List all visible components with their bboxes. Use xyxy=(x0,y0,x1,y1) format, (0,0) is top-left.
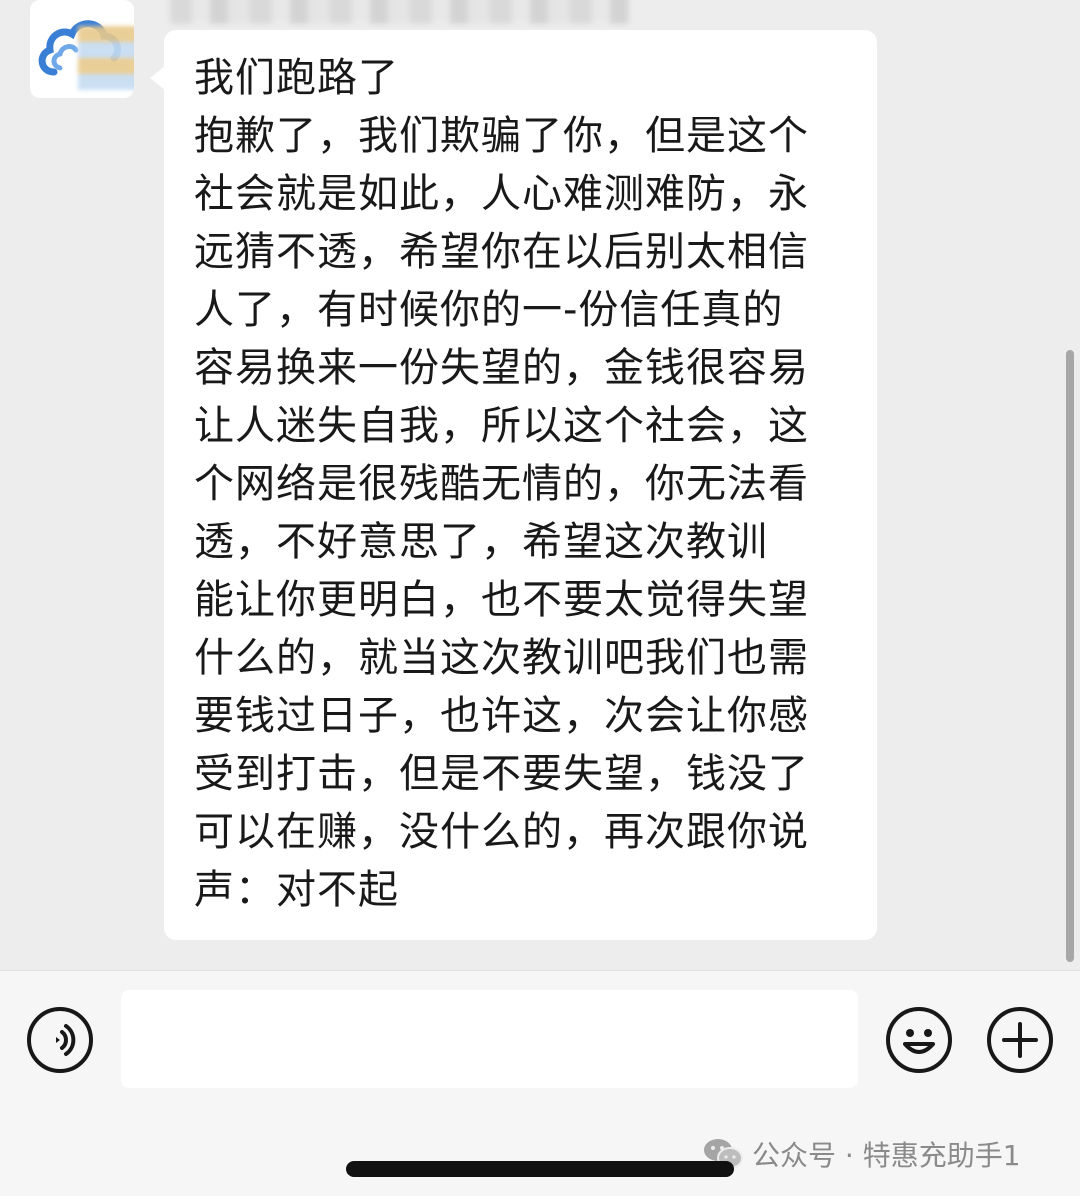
home-indicator[interactable] xyxy=(346,1161,734,1177)
message-line: 我们跑路了 xyxy=(194,55,399,101)
avatar-mosaic xyxy=(78,26,134,90)
message-line: 要钱过日子，也许这，次会让你感 xyxy=(194,693,809,739)
message-line: 社会就是如此，人心难测难防，永 xyxy=(194,171,809,217)
message-line: 让人迷失自我，所以这个社会，这 xyxy=(194,403,809,449)
message-line: 远猜不透，希望你在以后别太相信 xyxy=(194,229,809,275)
message-line: 什么的，就当这次教训吧我们也需 xyxy=(194,635,809,681)
sender-name-blurred xyxy=(170,0,630,24)
avatar[interactable] xyxy=(30,0,134,98)
message-line: 可以在赚，没什么的，再次跟你说 xyxy=(194,809,809,855)
message-input[interactable] xyxy=(121,990,858,1088)
plus-button[interactable] xyxy=(986,1006,1054,1074)
message-line: 抱歉了，我们欺骗了你，但是这个 xyxy=(194,113,809,159)
watermark-text: 公众号 · 特惠充助手1 xyxy=(752,1139,1021,1172)
scrollbar[interactable] xyxy=(1066,350,1074,962)
message-line: 受到打击，但是不要失望，钱没了 xyxy=(194,751,809,797)
plus-icon xyxy=(987,1007,1053,1073)
bubble-tail xyxy=(150,66,165,90)
message-line: 人了，有时候你的一-份信任真的 xyxy=(194,287,784,333)
chat-message-area[interactable]: 我们跑路了 抱歉了，我们欺骗了你，但是这个 社会就是如此，人心难测难防，永 远猜… xyxy=(0,0,1080,970)
watermark: 公众号 · 特惠充助手1 xyxy=(702,1134,1021,1174)
message-line: 容易换来一份失望的，金钱很容易 xyxy=(194,345,809,391)
voice-icon xyxy=(27,1007,93,1073)
emoji-button[interactable] xyxy=(885,1006,953,1074)
voice-button[interactable] xyxy=(26,1006,94,1074)
message-line: 透，不好意思了，希望这次教训 xyxy=(194,519,768,565)
message-line: 声：对不起 xyxy=(194,867,399,913)
message-line: 个网络是很残酷无情的，你无法看 xyxy=(194,461,809,507)
message-line: 能让你更明白，也不要太觉得失望 xyxy=(194,577,809,623)
emoji-icon xyxy=(886,1007,952,1073)
chat-screen: 我们跑路了 抱歉了，我们欺骗了你，但是这个 社会就是如此，人心难测难防，永 远猜… xyxy=(0,0,1080,1196)
